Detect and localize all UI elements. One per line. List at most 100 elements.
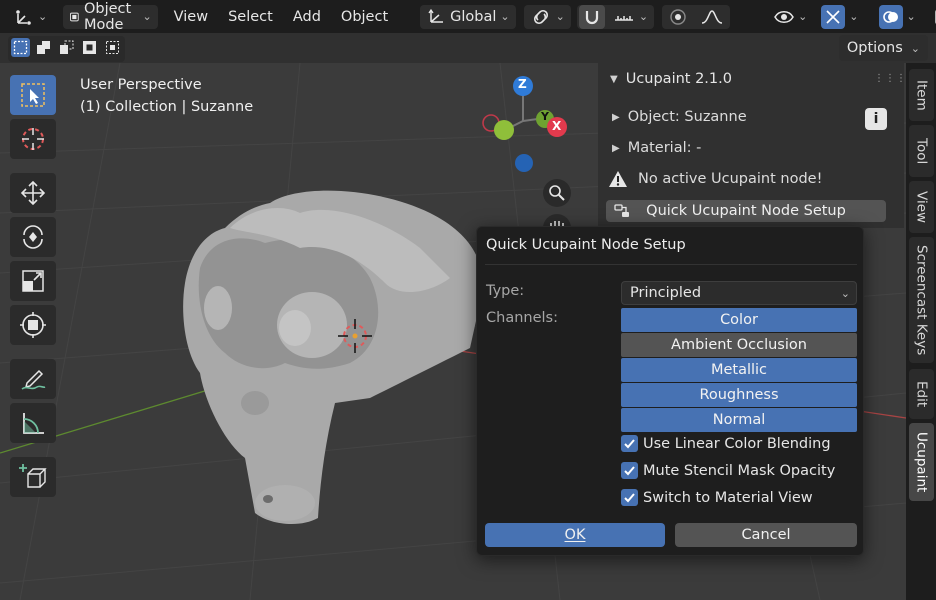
menu-view[interactable]: View <box>164 9 218 25</box>
rotate-icon <box>23 225 43 249</box>
tab-edit[interactable]: Edit <box>909 369 934 419</box>
tab-tool-label: Tool <box>913 137 930 165</box>
options-dropdown[interactable]: Options ⌄ <box>838 35 928 61</box>
quick-setup-button[interactable]: Quick Ucupaint Node Setup <box>606 200 886 222</box>
tool-transform[interactable] <box>10 305 56 345</box>
select-subtract-button[interactable] <box>57 38 76 57</box>
snap-toggle[interactable] <box>578 4 605 29</box>
menu-select[interactable]: Select <box>218 9 283 25</box>
mode-dropdown[interactable]: Object Mode ⌄ <box>63 1 158 33</box>
link-icon <box>533 9 548 24</box>
add-cube-icon <box>19 464 47 488</box>
material-subpanel[interactable]: ▶ Material: - <box>612 140 701 156</box>
object-subpanel[interactable]: ▶ Object: Suzanne <box>612 109 747 125</box>
object-visibility-dropdown[interactable]: ⌄ <box>768 5 813 29</box>
mute-stencil-label: Mute Stencil Mask Opacity <box>643 462 836 479</box>
pivot-dropdown[interactable]: ⌄ <box>523 4 571 29</box>
menu-object[interactable]: Object <box>331 9 398 25</box>
warning-row: No active Ucupaint node! <box>608 170 822 188</box>
snap-target-dropdown[interactable]: ⌄ <box>609 5 652 29</box>
gizmo-label-x[interactable]: X <box>552 119 561 133</box>
editor-type-button[interactable]: ⌄ <box>8 5 53 29</box>
falloff-dropdown[interactable] <box>696 5 728 29</box>
linear-blending-checkbox-row[interactable]: Use Linear Color Blending <box>621 435 831 452</box>
gizmo-toggle[interactable] <box>821 4 846 29</box>
select-new-icon <box>13 40 28 55</box>
gizmo-icon <box>826 9 840 24</box>
viewport-header: ⌄ Object Mode ⌄ View Select Add Object G… <box>0 0 936 33</box>
tool-shelf <box>10 75 58 497</box>
header-menus: View Select Add Object <box>164 9 398 25</box>
select-box-icon <box>21 83 45 107</box>
proportional-toggle[interactable] <box>664 5 692 29</box>
gizmo-label-z[interactable]: Z <box>518 77 527 91</box>
gizmo-label-y[interactable]: Y <box>541 110 549 123</box>
channel-metallic-toggle[interactable]: Metallic <box>621 358 857 382</box>
material-view-label: Switch to Material View <box>643 489 813 506</box>
cancel-button[interactable]: Cancel <box>675 523 857 547</box>
gizmo-dropdown: ⌄ <box>815 4 864 29</box>
checkmark-icon <box>624 493 635 503</box>
panel-title: Ucupaint 2.1.0 <box>625 71 732 87</box>
object-mode-icon <box>70 12 79 21</box>
tool-rotate[interactable] <box>10 217 56 257</box>
menu-add[interactable]: Add <box>283 9 331 25</box>
chevron-down-icon[interactable]: ⌄ <box>849 10 858 23</box>
tool-select-box[interactable] <box>10 75 56 115</box>
tool-annotate[interactable] <box>10 359 56 399</box>
channel-normal-toggle[interactable]: Normal <box>621 408 857 432</box>
channel-ambient-occlusion-toggle[interactable]: Ambient Occlusion <box>621 333 857 357</box>
channel-color-toggle[interactable]: Color <box>621 308 857 332</box>
mute-stencil-checkbox[interactable] <box>621 462 638 479</box>
info-icon[interactable]: i <box>865 108 887 130</box>
tool-move[interactable] <box>10 173 56 213</box>
quick-setup-dialog: Quick Ucupaint Node Setup Type: Principl… <box>476 226 864 556</box>
dialog-title: Quick Ucupaint Node Setup <box>486 237 686 253</box>
material-view-checkbox-row[interactable]: Switch to Material View <box>621 489 813 506</box>
tool-add-cube[interactable] <box>10 457 56 497</box>
chevron-down-icon[interactable]: ⌄ <box>907 10 916 23</box>
select-extend-button[interactable] <box>34 38 53 57</box>
select-intersect-icon <box>106 41 119 54</box>
ok-button[interactable]: OK <box>485 523 665 547</box>
tool-cursor[interactable] <box>10 119 56 159</box>
tab-view[interactable]: View <box>909 181 934 233</box>
tool-measure[interactable] <box>10 403 56 443</box>
linear-blending-checkbox[interactable] <box>621 435 638 452</box>
node-icon <box>614 204 629 217</box>
tab-tool[interactable]: Tool <box>909 125 934 177</box>
tab-item[interactable]: Item <box>909 69 934 121</box>
mute-stencil-checkbox-row[interactable]: Mute Stencil Mask Opacity <box>621 462 835 479</box>
select-difference-button[interactable] <box>80 38 99 57</box>
sidebar-panel: ▼ Ucupaint 2.1.0 ⋮⋮⋮⋮ ▶ Object: Suzanne … <box>598 63 917 228</box>
snap-group: ⌄ <box>576 4 655 29</box>
proportional-edit-icon <box>670 8 686 25</box>
tab-ucupaint-label: Ucupaint <box>913 431 930 493</box>
collapse-triangle-icon[interactable]: ▼ <box>610 74 618 85</box>
transform-orientation-dropdown[interactable]: Global ⌄ <box>420 4 516 29</box>
chevron-down-icon: ⌄ <box>500 10 510 23</box>
selection-mode-group <box>8 36 125 62</box>
linear-blending-label: Use Linear Color Blending <box>643 435 831 452</box>
falloff-curve-icon <box>701 9 723 24</box>
move-icon <box>20 180 46 206</box>
select-intersect-button[interactable] <box>103 38 122 57</box>
eye-icon <box>774 10 794 23</box>
sidebar-tabs: Item Tool View Screencast Keys Edit Ucup… <box>906 63 936 600</box>
warning-icon <box>609 171 627 187</box>
material-view-checkbox[interactable] <box>621 489 638 506</box>
xray-toggle[interactable] <box>928 5 936 29</box>
overlays-toggle[interactable] <box>878 4 903 29</box>
transform-icon <box>20 312 46 338</box>
tab-ucupaint[interactable]: Ucupaint <box>909 423 934 501</box>
select-new-button[interactable] <box>11 38 30 57</box>
type-dropdown[interactable]: Principled ⌄ <box>621 281 857 305</box>
collection-label: (1) Collection | Suzanne <box>80 99 254 115</box>
channel-roughness-toggle[interactable]: Roughness <box>621 383 857 407</box>
panel-header[interactable]: ▼ Ucupaint 2.1.0 <box>610 71 732 87</box>
channels-list: Color Ambient Occlusion Metallic Roughne… <box>621 308 857 432</box>
chevron-down-icon: ⌄ <box>798 10 808 23</box>
tool-scale[interactable] <box>10 261 56 301</box>
tab-screencast-keys[interactable]: Screencast Keys <box>909 237 934 363</box>
tab-item-label: Item <box>913 79 930 111</box>
